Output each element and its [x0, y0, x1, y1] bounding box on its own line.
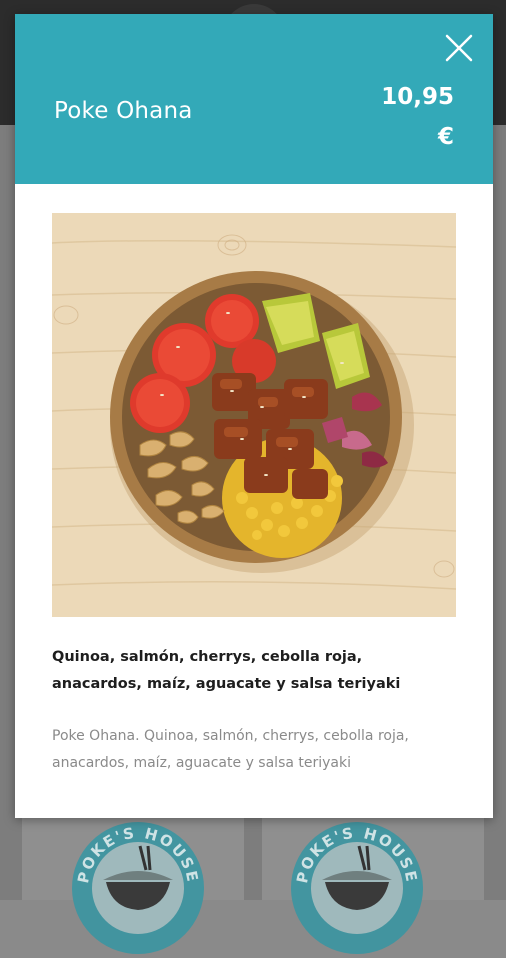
- product-image: [52, 213, 456, 617]
- product-detail-modal: Poke Ohana 10,95 € Quinoa, salmón, cherr…: [15, 14, 493, 818]
- product-ingredients: Quinoa, salmón, cherrys, cebolla roja, a…: [52, 649, 401, 692]
- price-amount: 10,95: [381, 84, 454, 110]
- product-title: Poke Ohana: [54, 98, 193, 124]
- product-description: Poke Ohana. Quinoa, salmón, cherrys, ceb…: [52, 728, 409, 771]
- pokes-house-logo-icon: POKE'S HOUSE: [72, 822, 204, 954]
- pokes-house-logo-icon: POKE'S HOUSE: [291, 822, 423, 954]
- price-currency: €: [437, 124, 454, 150]
- product-price: 10,95 €: [334, 77, 454, 157]
- modal-header: Poke Ohana 10,95 €: [15, 14, 493, 184]
- close-icon[interactable]: [441, 30, 477, 66]
